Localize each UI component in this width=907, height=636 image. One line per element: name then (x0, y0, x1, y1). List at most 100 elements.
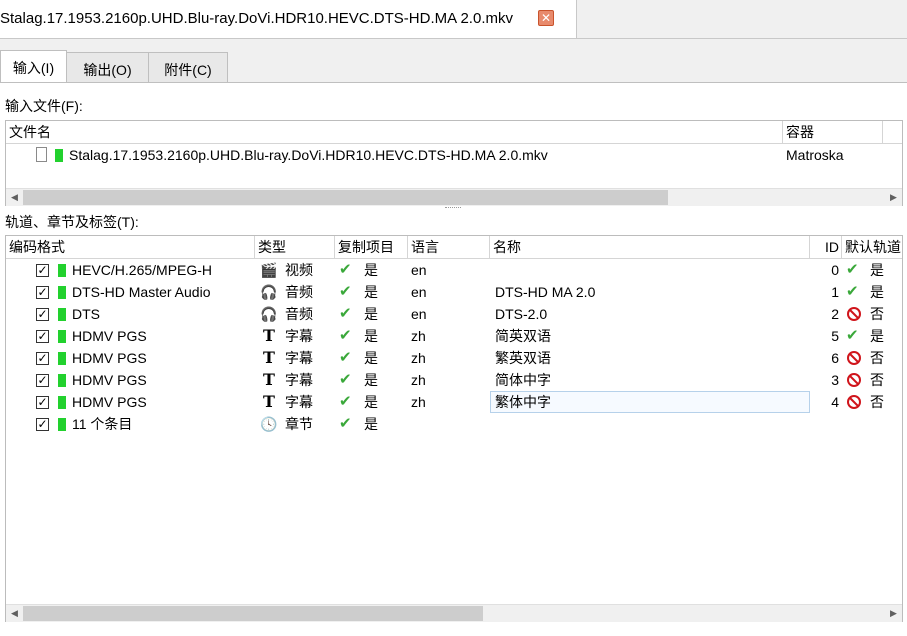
track-id: 4 (831, 394, 839, 410)
track-copy: 是 (364, 306, 378, 322)
scroll-right-icon[interactable]: ▶ (885, 605, 902, 622)
status-marker (58, 418, 66, 431)
scroll-right-icon[interactable]: ▶ (885, 189, 902, 206)
check-icon: ✔ (339, 283, 352, 300)
tracks-hscrollbar[interactable]: ◀ ▶ (6, 604, 902, 622)
track-checkbox[interactable]: ✓ (36, 352, 49, 365)
column-header-language[interactable]: 语言 (408, 236, 490, 258)
track-codec: DTS-HD Master Audio (72, 284, 211, 300)
tab-attachments[interactable]: 附件(C) (148, 52, 228, 82)
track-language: en (411, 306, 427, 322)
clock-icon: 🕓 (260, 416, 278, 432)
track-type: 字幕 (285, 372, 313, 388)
track-row[interactable]: ✓ HDMV PGS T 字幕 ✔ 是 zh 简英双语 5 ✔ 是 (6, 325, 902, 347)
column-header-codec[interactable]: 编码格式 (6, 236, 255, 258)
headphones-icon: 🎧 (260, 284, 278, 300)
column-header-type[interactable]: 类型 (255, 236, 335, 258)
track-copy: 是 (364, 350, 378, 366)
track-copy: 是 (364, 262, 378, 278)
tracks-header: 编码格式 类型 复制项目 语言 名称 ID 默认轨道 (6, 236, 902, 259)
track-checkbox[interactable]: ✓ (36, 308, 49, 321)
subtitle-icon: T (263, 326, 275, 345)
track-copy: 是 (364, 328, 378, 344)
track-codec: HEVC/H.265/MPEG-H (72, 262, 213, 278)
check-icon: ✔ (846, 327, 859, 344)
no-icon (847, 307, 861, 321)
tab-output-label: 输出(O) (83, 62, 132, 78)
column-header-id[interactable]: ID (810, 236, 842, 258)
input-files-hscrollbar[interactable]: ◀ ▶ (6, 188, 902, 206)
track-row[interactable]: ✓ 11 个条目 🕓 章节 ✔ 是 (6, 413, 902, 435)
scrollbar-thumb[interactable] (23, 606, 483, 621)
scroll-left-icon[interactable]: ◀ (6, 189, 23, 206)
track-name: DTS-HD MA 2.0 (495, 284, 596, 300)
input-file-row[interactable]: Stalag.17.1953.2160p.UHD.Blu-ray.DoVi.HD… (6, 144, 902, 166)
file-tab[interactable]: Stalag.17.1953.2160p.UHD.Blu-ray.DoVi.HD… (0, 0, 577, 38)
tab-output[interactable]: 输出(O) (66, 52, 149, 82)
track-checkbox[interactable]: ✓ (36, 330, 49, 343)
track-codec: HDMV PGS (72, 394, 147, 410)
track-checkbox[interactable]: ✓ (36, 374, 49, 387)
track-default: 否 (870, 372, 884, 388)
track-name: DTS-2.0 (495, 306, 548, 322)
column-header-copy[interactable]: 复制项目 (335, 236, 408, 258)
no-icon (847, 373, 861, 387)
track-language: en (411, 262, 427, 278)
track-copy: 是 (364, 372, 378, 388)
file-name: Stalag.17.1953.2160p.UHD.Blu-ray.DoVi.HD… (69, 147, 548, 163)
headphones-icon: 🎧 (260, 306, 278, 322)
track-default: 是 (870, 262, 884, 278)
check-icon: ✔ (339, 415, 352, 432)
close-tab-button[interactable]: ✕ (538, 10, 554, 26)
track-copy: 是 (364, 284, 378, 300)
track-default: 是 (870, 328, 884, 344)
status-marker (58, 330, 66, 343)
track-default: 否 (870, 306, 884, 322)
track-name[interactable]: 繁体中字 (495, 391, 551, 413)
status-marker (58, 374, 66, 387)
check-icon: ✔ (339, 393, 352, 410)
track-row[interactable]: ✓ HDMV PGS T 字幕 ✔ 是 zh 繁体中字 4 否 (6, 391, 902, 413)
scrollbar-thumb[interactable] (23, 190, 668, 205)
file-icon (36, 147, 47, 162)
track-row[interactable]: ✓ HDMV PGS T 字幕 ✔ 是 zh 简体中字 3 否 (6, 369, 902, 391)
check-icon: ✔ (339, 305, 352, 322)
track-row[interactable]: ✓ DTS 🎧 音频 ✔ 是 en DTS-2.0 2 否 (6, 303, 902, 325)
track-type: 字幕 (285, 394, 313, 410)
column-header-container[interactable]: 容器 (783, 121, 883, 143)
input-files-table: 文件名 容器 Stalag.17.1953.2160p.UHD.Blu-ray.… (5, 120, 903, 206)
track-type: 音频 (285, 284, 313, 300)
track-id: 0 (831, 262, 839, 278)
track-checkbox[interactable]: ✓ (36, 418, 49, 431)
track-row[interactable]: ✓ HEVC/H.265/MPEG-H 🎬 视频 ✔ 是 en 0 ✔ 是 (6, 259, 902, 281)
status-marker (58, 264, 66, 277)
status-marker (58, 352, 66, 365)
check-icon: ✔ (339, 327, 352, 344)
column-header-filename[interactable]: 文件名 (6, 121, 783, 143)
file-tab-label: Stalag.17.1953.2160p.UHD.Blu-ray.DoVi.HD… (0, 10, 513, 27)
track-row[interactable]: ✓ HDMV PGS T 字幕 ✔ 是 zh 繁英双语 6 否 (6, 347, 902, 369)
track-language: en (411, 284, 427, 300)
track-type: 视频 (285, 262, 313, 278)
track-copy: 是 (364, 394, 378, 410)
track-checkbox[interactable]: ✓ (36, 264, 49, 277)
tab-input[interactable]: 输入(I) (0, 50, 67, 83)
track-name: 繁英双语 (495, 350, 551, 366)
subtitle-icon: T (263, 370, 275, 389)
track-codec: HDMV PGS (72, 350, 147, 366)
status-marker (55, 149, 63, 162)
splitter-handle[interactable] (445, 207, 461, 211)
status-marker (58, 286, 66, 299)
track-checkbox[interactable]: ✓ (36, 396, 49, 409)
track-checkbox[interactable]: ✓ (36, 286, 49, 299)
column-header-default[interactable]: 默认轨道 (842, 236, 902, 258)
check-icon: ✔ (339, 261, 352, 278)
column-header-name[interactable]: 名称 (490, 236, 810, 258)
track-default: 否 (870, 394, 884, 410)
scroll-left-icon[interactable]: ◀ (6, 605, 23, 622)
track-name: 简英双语 (495, 328, 551, 344)
track-row[interactable]: ✓ DTS-HD Master Audio 🎧 音频 ✔ 是 en DTS-HD MA 2.0… (6, 281, 902, 303)
check-icon: ✔ (339, 371, 352, 388)
tracks-label: 轨道、章节及标签(T): (5, 214, 139, 230)
track-default: 否 (870, 350, 884, 366)
